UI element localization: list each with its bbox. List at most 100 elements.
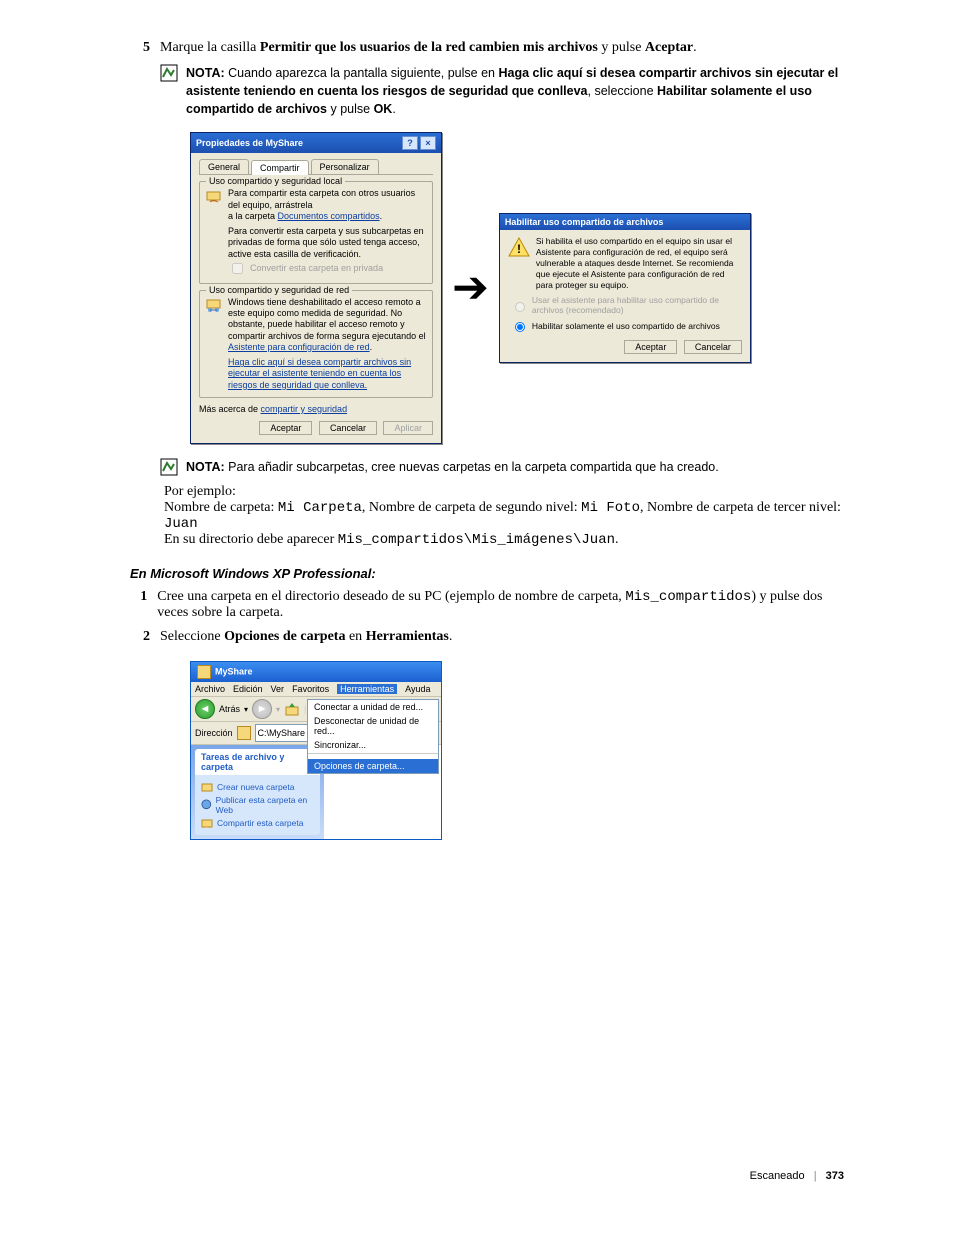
shared-docs-link[interactable]: Documentos compartidos (278, 211, 380, 221)
dropdown-connect[interactable]: Conectar a unidad de red... (308, 700, 438, 714)
enable-sharing-dialog: Habilitar uso compartido de archivos ! S… (499, 213, 751, 363)
folder-hand-icon (206, 188, 222, 204)
radio-wizard (515, 302, 525, 312)
private-text: Para convertir esta carpeta y sus subcar… (228, 226, 426, 260)
task-new-folder[interactable]: Crear nueva carpeta (201, 781, 314, 793)
group-title: Uso compartido y seguridad de red (206, 285, 352, 295)
step-number: 1 (130, 589, 147, 621)
menu-favoritos[interactable]: Favoritos (292, 684, 329, 694)
svg-text:!: ! (517, 242, 521, 256)
tasks-header[interactable]: Tareas de archivo y carpeta ⌃ (195, 749, 320, 775)
note-2: NOTA: Para añadir subcarpetas, cree nuev… (160, 458, 844, 476)
subheading-xp-pro: En Microsoft Windows XP Professional: (130, 566, 844, 581)
example-intro: Por ejemplo: (164, 484, 844, 500)
step-2: 2 Seleccione Opciones de carpeta en Herr… (130, 629, 844, 645)
menu-archivo[interactable]: Archivo (195, 684, 225, 694)
properties-dialog: Propiedades de MyShare ?× General Compar… (190, 132, 442, 444)
share-without-wizard-link[interactable]: Haga clic aquí si desea compartir archiv… (228, 357, 426, 391)
explorer-menubar: Archivo Edición Ver Favoritos Herramient… (191, 682, 441, 697)
menu-ver[interactable]: Ver (271, 684, 285, 694)
step-1-text: Cree una carpeta en el directorio desead… (157, 589, 844, 621)
dropdown-disconnect[interactable]: Desconectar de unidad de red... (308, 714, 438, 738)
back-button[interactable]: ◄ (195, 699, 215, 719)
menu-herramientas[interactable]: Herramientas (337, 684, 397, 694)
explorer-titlebar: MyShare (191, 662, 441, 682)
ok-button[interactable]: Aceptar (259, 421, 312, 435)
explorer-window: MyShare Archivo Edición Ver Favoritos He… (190, 661, 442, 840)
share-folder-icon (201, 817, 213, 829)
footer-section: Escaneado (750, 1170, 805, 1182)
footer-page: 373 (826, 1170, 844, 1182)
local-share-text: Para compartir esta carpeta con otros us… (228, 188, 426, 222)
forward-dropdown: ▾ (276, 705, 280, 714)
step-1: 1 Cree una carpeta en el directorio dese… (130, 589, 844, 621)
back-label: Atrás (219, 704, 240, 714)
warning-message: Si habilita el uso compartido en el equi… (536, 236, 742, 291)
apply-button: Aplicar (383, 421, 433, 435)
more-about-link-row: Más acerca de compartir y seguridad (199, 404, 433, 415)
dropdown-folder-options[interactable]: Opciones de carpeta... (308, 759, 438, 773)
up-folder-icon[interactable] (284, 701, 300, 717)
group-network-sharing: Uso compartido y seguridad de red Window… (199, 290, 433, 398)
step-number: 5 (130, 40, 150, 56)
network-folder-icon (206, 297, 222, 313)
new-folder-icon (201, 781, 213, 793)
dialog-title: Propiedades de MyShare (196, 138, 303, 148)
menu-ayuda[interactable]: Ayuda (405, 684, 430, 694)
radio-just-enable-row[interactable]: Habilitar solamente el uso compartido de… (510, 319, 742, 332)
explorer-title: MyShare (215, 667, 253, 677)
figure-row-1: Propiedades de MyShare ?× General Compar… (190, 132, 844, 444)
help-button[interactable]: ? (402, 136, 418, 150)
explorer-toolbar: ◄ Atrás ▾ ► ▾ | : Conectar a unidad de r… (191, 697, 441, 722)
globe-icon (201, 799, 212, 811)
note-icon (160, 64, 178, 82)
wizard-link[interactable]: Asistente para configuración de red (228, 342, 370, 352)
step-number: 2 (130, 629, 150, 645)
step-5: 5 Marque la casilla Permitir que los usu… (130, 40, 844, 56)
tab-general[interactable]: General (199, 159, 249, 174)
tab-compartir[interactable]: Compartir (251, 160, 309, 175)
dialog-tabs: General Compartir Personalizar (199, 159, 433, 175)
private-checkbox-label: Convertir esta carpeta en privada (250, 263, 383, 273)
forward-button: ► (252, 699, 272, 719)
example-line-2: En su directorio debe aparecer Mis_compa… (164, 532, 844, 548)
step-5-text: Marque la casilla Permitir que los usuar… (160, 40, 697, 56)
radio-wizard-label: Usar el asistente para habilitar uso com… (532, 295, 742, 315)
group-title: Uso compartido y seguridad local (206, 176, 345, 186)
example-block: Por ejemplo: Nombre de carpeta: Mi Carpe… (164, 484, 844, 548)
close-button[interactable]: × (420, 136, 436, 150)
dialog-title: Habilitar uso compartido de archivos (505, 217, 664, 227)
radio-just-enable[interactable] (515, 322, 525, 332)
private-checkbox-row: Convertir esta carpeta en privada (228, 260, 426, 277)
menu-edicion[interactable]: Edición (233, 684, 263, 694)
footer-separator: | (814, 1170, 817, 1182)
task-share-folder[interactable]: Compartir esta carpeta (201, 817, 314, 829)
ok-button[interactable]: Aceptar (624, 340, 677, 354)
address-label: Dirección (195, 728, 233, 738)
more-about-link[interactable]: compartir y seguridad (261, 404, 348, 414)
example-line-1: Nombre de carpeta: Mi Carpeta, Nombre de… (164, 500, 844, 532)
note-icon (160, 458, 178, 476)
dialog-titlebar: Propiedades de MyShare ?× (191, 133, 441, 153)
tab-personalizar[interactable]: Personalizar (311, 159, 379, 174)
dialog2-button-row: Aceptar Cancelar (508, 340, 742, 354)
window-buttons: ?× (400, 136, 436, 150)
tools-dropdown: Conectar a unidad de red... Desconectar … (307, 699, 439, 774)
back-dropdown[interactable]: ▾ (244, 705, 248, 714)
cancel-button[interactable]: Cancelar (684, 340, 742, 354)
radio-wizard-row: Usar el asistente para habilitar uso com… (510, 295, 742, 315)
dialog-titlebar: Habilitar uso compartido de archivos (500, 214, 750, 230)
radio-just-enable-label: Habilitar solamente el uso compartido de… (532, 321, 720, 331)
note-1-text: NOTA: Cuando aparezca la pantalla siguie… (186, 64, 844, 118)
explorer-figure: MyShare Archivo Edición Ver Favoritos He… (190, 661, 844, 840)
arrow-icon: ➔ (452, 266, 489, 310)
task-publish-web[interactable]: Publicar esta carpeta en Web (201, 795, 314, 815)
step-2-text: Seleccione Opciones de carpeta en Herram… (160, 629, 452, 645)
folder-icon (197, 665, 211, 679)
note-2-text: NOTA: Para añadir subcarpetas, cree nuev… (186, 458, 719, 476)
dropdown-sync[interactable]: Sincronizar... (308, 738, 438, 752)
page-footer: Escaneado | 373 (130, 1170, 844, 1182)
cancel-button[interactable]: Cancelar (319, 421, 377, 435)
dialog-button-row: Aceptar Cancelar Aplicar (199, 421, 433, 435)
tasks-panel: Tareas de archivo y carpeta ⌃ Crear nuev… (191, 745, 324, 839)
